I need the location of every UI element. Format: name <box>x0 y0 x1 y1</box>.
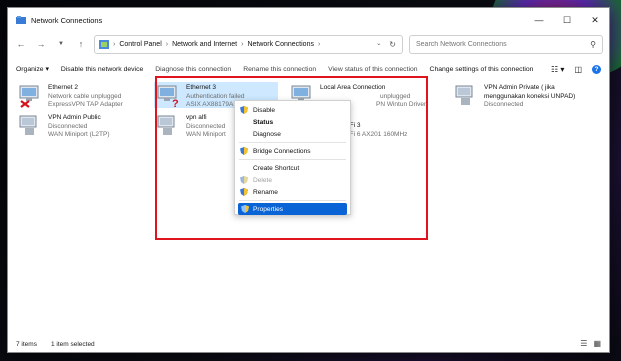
view-toggle: ☰ ▦ <box>580 339 601 348</box>
selection-count: 1 item selected <box>50 341 95 348</box>
minimize-button[interactable]: — <box>525 8 553 32</box>
uac-shield-icon <box>240 147 248 155</box>
address-dropdown-icon[interactable]: ⌄ <box>376 40 381 49</box>
uac-shield-icon <box>241 205 249 213</box>
connection-status: Disconnected <box>48 122 88 130</box>
network-adapter-icon <box>18 84 44 108</box>
diagnose-command[interactable]: Diagnose this connection <box>155 66 231 73</box>
menu-label: Disable <box>253 106 275 114</box>
connection-status: menggunakan koneksi UNPAD) <box>484 92 576 100</box>
maximize-button[interactable]: ☐ <box>553 8 581 32</box>
network-connections-window: Network Connections — ☐ ✕ ← → ▼ ↑ › Cont… <box>7 7 610 353</box>
menu-item-bridge[interactable]: Bridge Connections <box>235 145 350 157</box>
menu-separator <box>239 142 346 143</box>
disable-device-command[interactable]: Disable this network device <box>61 66 143 73</box>
organize-menu[interactable]: Organize ▾ <box>16 65 49 73</box>
close-button[interactable]: ✕ <box>581 8 609 32</box>
status-bar: 7 items 1 item selected <box>16 341 95 348</box>
menu-label: Create Shortcut <box>253 164 300 172</box>
recent-dropdown-icon[interactable]: ▼ <box>54 41 68 47</box>
menu-label: Rename <box>253 188 278 196</box>
menu-item-rename[interactable]: Rename <box>235 186 350 198</box>
view-status-command[interactable]: View status of this connection <box>328 66 417 73</box>
menu-separator <box>239 159 346 160</box>
change-settings-command[interactable]: Change settings of this connection <box>430 66 534 73</box>
connection-item-vpn-admin-public[interactable]: VPN Admin Public Disconnected WAN Minipo… <box>18 114 110 140</box>
tiles-view-icon[interactable]: ▦ <box>593 339 601 348</box>
vpn-adapter-icon <box>454 84 480 108</box>
uac-shield-icon <box>240 188 248 196</box>
details-view-icon[interactable]: ☰ <box>580 339 587 348</box>
breadcrumb-network-connections[interactable]: Network Connections <box>247 41 314 48</box>
menu-item-disable[interactable]: Disable <box>235 104 350 116</box>
breadcrumb-chevron-icon: › <box>241 40 244 48</box>
context-menu: Disable Status Diagnose Bridge Connectio… <box>234 100 351 215</box>
connection-name: VPN Admin Public <box>48 114 101 121</box>
menu-item-status[interactable]: Status <box>235 116 350 128</box>
control-panel-icon <box>99 39 109 49</box>
navigation-bar: ← → ▼ ↑ › Control Panel › Network and In… <box>8 32 609 56</box>
menu-label: Diagnose <box>253 130 281 138</box>
uac-shield-icon <box>240 106 248 114</box>
item-count: 7 items <box>16 341 37 348</box>
vpn-adapter-icon <box>18 114 44 138</box>
search-box[interactable]: ⚲ <box>409 34 603 54</box>
menu-label: Delete <box>253 176 273 184</box>
breadcrumb-chevron-icon: › <box>113 40 116 48</box>
connection-status: Network cable unplugged <box>48 92 122 100</box>
menu-label: Status <box>253 118 274 126</box>
connection-device: WAN Miniport (L2TP) <box>48 131 110 138</box>
up-arrow-icon[interactable]: ↑ <box>74 39 88 49</box>
menu-item-diagnose[interactable]: Diagnose <box>235 128 350 140</box>
breadcrumb-chevron-icon: › <box>165 40 169 48</box>
connection-name: Ethernet 2 <box>48 84 78 91</box>
help-icon[interactable]: ? <box>592 64 601 74</box>
breadcrumb-network-internet[interactable]: Network and Internet <box>172 41 237 48</box>
menu-label: Properties <box>253 205 284 213</box>
preview-pane-icon[interactable]: ◫ <box>574 65 582 74</box>
back-arrow-icon[interactable]: ← <box>14 39 28 49</box>
menu-item-delete: Delete <box>235 174 350 186</box>
connection-device: ExpressVPN TAP Adapter <box>48 101 123 108</box>
network-folder-icon <box>16 16 26 24</box>
breadcrumb-control-panel[interactable]: Control Panel <box>119 41 161 48</box>
view-options-icon[interactable]: ☷ ▾ <box>551 65 564 74</box>
address-bar[interactable]: › Control Panel › Network and Internet ›… <box>94 34 403 54</box>
search-input[interactable] <box>416 40 566 48</box>
menu-label: Bridge Connections <box>253 147 311 155</box>
menu-separator <box>239 200 346 201</box>
connection-item-vpn-admin-private[interactable]: VPN Admin Private ( jika menggunakan kon… <box>454 84 575 110</box>
forward-arrow-icon[interactable]: → <box>34 39 48 49</box>
menu-item-properties[interactable]: Properties <box>238 203 347 215</box>
rename-command[interactable]: Rename this connection <box>243 66 316 73</box>
refresh-icon[interactable]: ↻ <box>389 40 396 49</box>
search-icon[interactable]: ⚲ <box>590 40 596 49</box>
connection-name: VPN Admin Private ( jika <box>484 84 555 91</box>
connection-device: Disconnected <box>484 101 524 108</box>
breadcrumb-chevron-icon: › <box>317 40 321 48</box>
title-bar: Network Connections — ☐ ✕ <box>8 8 609 32</box>
menu-item-create-shortcut[interactable]: Create Shortcut <box>235 162 350 174</box>
window-title: Network Connections <box>31 15 103 25</box>
uac-shield-icon <box>240 176 248 184</box>
connection-item-ethernet-2[interactable]: Ethernet 2 Network cable unplugged Expre… <box>18 84 123 110</box>
